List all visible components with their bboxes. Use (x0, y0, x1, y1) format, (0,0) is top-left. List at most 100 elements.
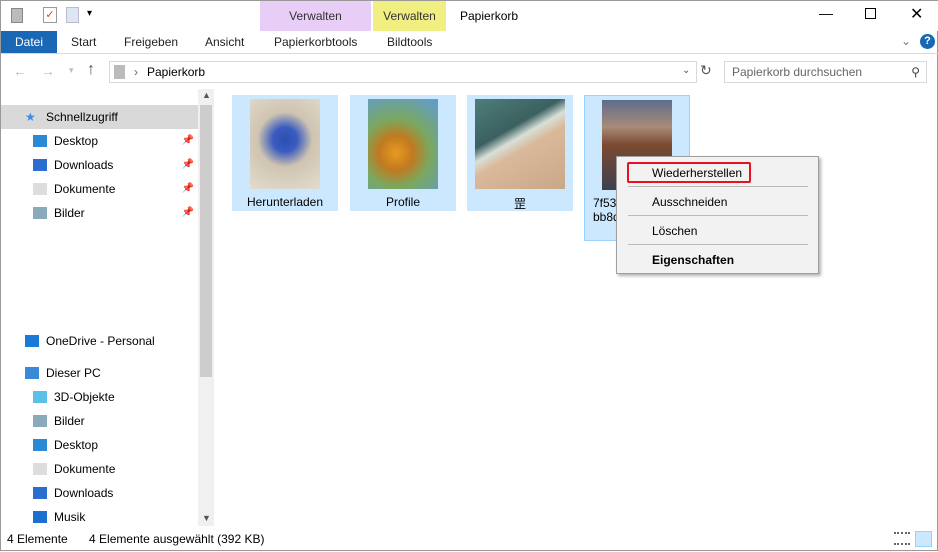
desktop-icon (33, 439, 47, 451)
sidebar-item-downloads[interactable]: Downloads 📌 (1, 153, 198, 177)
menu-item-wiederherstellen[interactable]: Wiederherstellen (652, 163, 742, 183)
refresh-button[interactable]: ↻ (700, 62, 712, 79)
customize-icon[interactable]: ▾ (87, 8, 92, 19)
context-tab-verwalten-1[interactable]: Verwalten (260, 1, 371, 31)
sidebar-item-label: Desktop (54, 134, 99, 148)
document-icon (33, 183, 47, 195)
close-button[interactable]: ✕ (910, 4, 923, 24)
sidebar-item-dieser-pc[interactable]: Dieser PC (1, 361, 198, 385)
tab-papierkorbtools[interactable]: Papierkorbtools (262, 31, 369, 53)
tab-start[interactable]: Start (59, 31, 108, 53)
scrollbar-thumb[interactable] (200, 105, 212, 377)
maximize-button[interactable] (865, 8, 876, 19)
sidebar-item-label: Desktop (54, 438, 99, 452)
sidebar-item-desktop[interactable]: Desktop 📌 (1, 129, 198, 153)
window-title: Papierkorb (460, 9, 519, 23)
address-dropdown-icon[interactable]: ⌄ (682, 65, 690, 76)
search-icon: ⚲ (911, 65, 920, 79)
thumbnail-beach (475, 99, 565, 189)
cloud-icon (25, 335, 39, 347)
tab-freigeben[interactable]: Freigeben (112, 31, 190, 53)
minimize-button[interactable]: — (819, 5, 833, 21)
navigation-pane: ★ Schnellzugriff Desktop 📌 Downloads 📌 Dokumen… (1, 93, 215, 526)
breadcrumb-papierkorb[interactable]: Papierkorb (147, 65, 205, 79)
sidebar-item-label: Bilder (54, 414, 85, 428)
file-tile[interactable]: Herunterladen (232, 95, 338, 211)
recycle-bin-icon[interactable] (11, 8, 23, 23)
new-folder-icon[interactable] (66, 7, 79, 23)
pin-icon[interactable]: 📌 (182, 129, 194, 153)
recent-dropdown[interactable]: ▾ (69, 65, 74, 76)
up-button[interactable]: ↑ (87, 61, 95, 79)
properties-icon[interactable]: ✓ (43, 7, 57, 23)
sidebar-item-dokumente[interactable]: Dokumente 📌 (1, 177, 198, 201)
pin-icon[interactable]: 📌 (182, 177, 194, 201)
back-button[interactable]: ← (13, 63, 27, 79)
sidebar-item-label: Bilder (54, 206, 85, 220)
ribbon-tabs: Datei Start Freigeben Ansicht Papierkorb… (1, 31, 938, 54)
pc-icon (25, 367, 39, 379)
help-icon[interactable]: ? (920, 34, 935, 49)
menu-item-eigenschaften[interactable]: Eigenschaften (652, 250, 734, 270)
tab-bildtools[interactable]: Bildtools (375, 31, 444, 53)
item-count: 4 Elemente (7, 532, 68, 546)
sidebar-item-label: Schnellzugriff (46, 110, 118, 124)
sidebar-item-downloads[interactable]: Downloads (1, 481, 198, 505)
download-icon (33, 487, 47, 499)
music-icon (33, 511, 47, 523)
thumbnail-orange-flowers (368, 99, 438, 189)
expand-ribbon-icon[interactable]: ⌄ (901, 34, 911, 48)
context-tab-verwalten-2[interactable]: Verwalten (373, 1, 446, 31)
desktop-icon (33, 135, 47, 147)
menu-item-ausschneiden[interactable]: Ausschneiden (652, 192, 727, 212)
download-icon (33, 159, 47, 171)
scroll-down-icon[interactable]: ▼ (202, 513, 211, 523)
sidebar-item-desktop[interactable]: Desktop (1, 433, 198, 457)
menu-item-loeschen[interactable]: Löschen (652, 221, 697, 241)
sidebar-item-bilder[interactable]: Bilder 📌 (1, 201, 198, 225)
sidebar-item-3d-objekte[interactable]: 3D-Objekte (1, 385, 198, 409)
tab-ansicht[interactable]: Ansicht (193, 31, 256, 53)
pin-icon[interactable]: 📌 (182, 201, 194, 225)
title-bar: ✓ ▾ Verwalten Verwalten Papierkorb — ✕ (1, 1, 938, 31)
file-tile[interactable]: Profile (350, 95, 456, 211)
sidebar-item-schnellzugriff[interactable]: ★ Schnellzugriff (1, 105, 198, 129)
document-icon (33, 463, 47, 475)
details-view-button[interactable] (894, 532, 910, 545)
search-input[interactable]: Papierkorb durchsuchen ⚲ (724, 61, 927, 83)
pictures-icon (33, 415, 47, 427)
file-name: Profile (385, 195, 420, 209)
large-icons-view-button[interactable] (915, 531, 932, 547)
sidebar-item-onedrive-personal[interactable]: OneDrive - Personal (1, 329, 198, 353)
status-bar: 4 Elemente 4 Elemente ausgewählt (392 KB… (1, 526, 938, 552)
menu-separator (628, 244, 808, 245)
menu-separator (628, 215, 808, 216)
sidebar-item-label: Downloads (54, 486, 114, 500)
menu-separator (628, 186, 808, 187)
sidebar-item-label: Dokumente (54, 182, 116, 196)
star-icon: ★ (25, 110, 36, 124)
forward-button[interactable]: → (41, 63, 55, 79)
breadcrumb-separator-icon: › (134, 65, 138, 79)
file-name: 罡 (513, 197, 526, 211)
selection-info: 4 Elemente ausgewählt (392 KB) (89, 532, 265, 546)
sidebar-item-dokumente[interactable]: Dokumente (1, 457, 198, 481)
context-menu: Wiederherstellen Ausschneiden Löschen Ei… (616, 156, 819, 274)
sidebar-item-bilder[interactable]: Bilder (1, 409, 198, 433)
file-tile[interactable]: 罡 (467, 95, 573, 211)
thumbnail-blue-flower (250, 99, 320, 189)
sidebar-item-label: Dieser PC (46, 366, 101, 380)
sidebar-item-label: Downloads (54, 158, 114, 172)
address-bar[interactable]: › Papierkorb ⌄ (109, 61, 697, 83)
cube-icon (33, 391, 47, 403)
search-placeholder: Papierkorb durchsuchen (732, 65, 863, 79)
sidebar-item-label: OneDrive - Personal (46, 334, 155, 348)
tab-datei[interactable]: Datei (1, 31, 57, 53)
pictures-icon (33, 207, 47, 219)
sidebar-item-label: 3D-Objekte (54, 390, 115, 404)
file-name: Herunterladen (246, 195, 324, 209)
recycle-bin-icon (114, 65, 125, 79)
scroll-up-icon[interactable]: ▲ (202, 90, 211, 100)
pin-icon[interactable]: 📌 (182, 153, 194, 177)
sidebar-item-label: Dokumente (54, 462, 116, 476)
